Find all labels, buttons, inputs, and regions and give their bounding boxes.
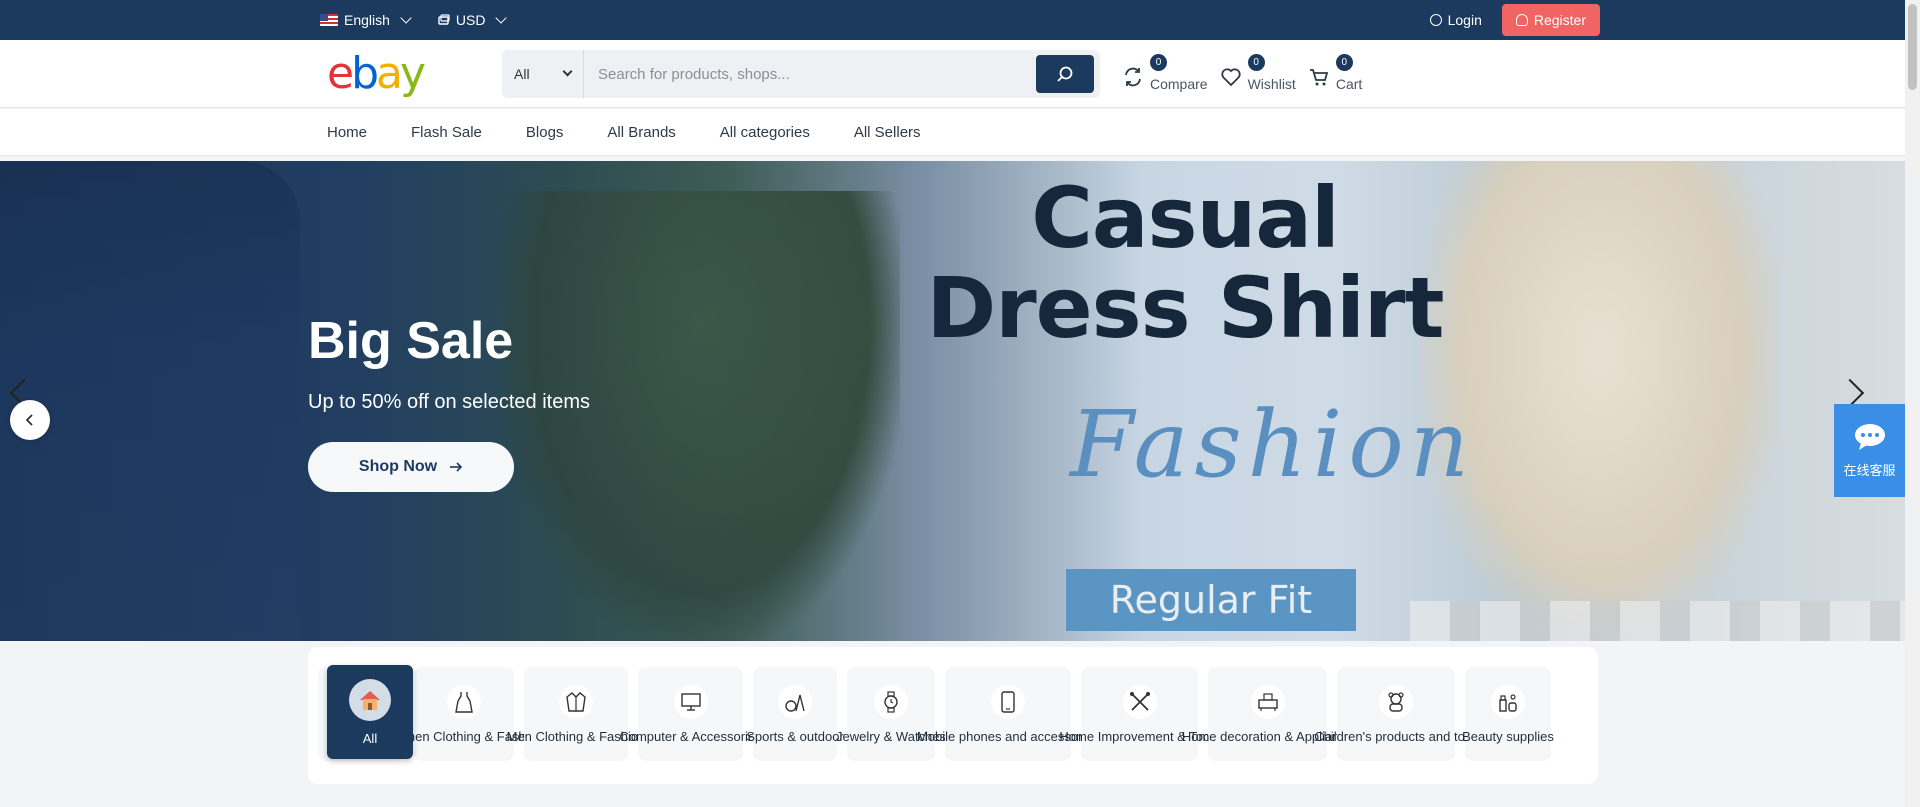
nav-blogs[interactable]: Blogs xyxy=(526,124,564,141)
nav-all-brands[interactable]: All Brands xyxy=(607,124,675,141)
chevron-down-icon xyxy=(495,12,508,24)
category-card-beauty[interactable]: Beauty supplies xyxy=(1462,667,1554,761)
arrow-right-icon xyxy=(450,462,463,472)
search-category-value: All xyxy=(514,66,530,82)
logo-letter-a: a xyxy=(376,48,403,99)
banner-tag: Regular Fit xyxy=(1066,569,1356,631)
category-card-children[interactable]: Children's products and toys xyxy=(1314,667,1478,761)
phone-icon xyxy=(991,684,1025,719)
login-icon xyxy=(1429,14,1442,26)
jacket-icon xyxy=(559,684,593,719)
main-nav: Home Flash Sale Blogs All Brands All cat… xyxy=(0,109,1905,156)
cart-label: Cart xyxy=(1335,76,1363,92)
category-name: Computer & Accessories xyxy=(619,728,762,744)
register-label: Register xyxy=(1533,12,1586,28)
cart-count-badge: 0 xyxy=(1335,54,1353,71)
compare-label: Compare xyxy=(1150,76,1208,92)
ebay-logo[interactable]: ebay xyxy=(327,48,426,99)
category-card-women[interactable]: Women Clothing & Fashion xyxy=(385,667,543,761)
cart-link[interactable]: 0 Cart xyxy=(1308,54,1362,94)
currency-label: USD xyxy=(455,12,486,28)
search-input[interactable] xyxy=(584,50,1014,98)
dress-icon xyxy=(447,684,481,719)
shop-now-button[interactable]: Shop Now xyxy=(308,442,514,492)
carousel-prev-button[interactable] xyxy=(10,400,50,440)
online-chat-widget[interactable]: 在线客服 xyxy=(1834,404,1905,497)
logo-letter-e: e xyxy=(327,48,354,99)
scrollbar-thumb[interactable] xyxy=(1908,4,1917,90)
chevron-down-icon xyxy=(562,66,573,77)
category-card-men[interactable]: Men Clothing & Fashion xyxy=(507,667,645,761)
user-add-icon xyxy=(1515,14,1528,26)
category-all[interactable]: All xyxy=(327,665,413,759)
wishlist-label: Wishlist xyxy=(1247,76,1296,92)
banner-line2: Dress Shirt xyxy=(926,259,1444,357)
category-card-computer[interactable]: Computer & Accessories xyxy=(619,667,762,761)
nav-flash-sale[interactable]: Flash Sale xyxy=(411,124,482,141)
currency-selector[interactable]: USD xyxy=(438,12,508,28)
appliance-icon xyxy=(1250,684,1285,719)
shop-now-label: Shop Now xyxy=(358,458,438,475)
category-name: Children's products and toys xyxy=(1314,728,1478,744)
chat-label: 在线客服 xyxy=(1843,463,1896,478)
tools-icon xyxy=(1122,684,1157,719)
heart-icon xyxy=(1220,68,1241,87)
category-name: Beauty supplies xyxy=(1462,728,1554,744)
category-strip: All Women Clothing & Fashion Men Clothin… xyxy=(308,647,1598,784)
currency-icon xyxy=(438,14,450,25)
language-label: English xyxy=(344,12,390,28)
banner-line1: Casual xyxy=(1031,169,1340,267)
sports-icon xyxy=(778,684,812,719)
category-card-tools[interactable]: Home Improvement & Tools xyxy=(1059,667,1220,761)
wishlist-link[interactable]: 0 Wishlist xyxy=(1220,54,1296,94)
search-button[interactable] xyxy=(1036,55,1094,93)
nav-all-sellers[interactable]: All Sellers xyxy=(854,124,921,141)
nav-all-categories[interactable]: All categories xyxy=(720,124,810,141)
category-name: Sports & outdoor xyxy=(746,728,844,744)
chevron-left-icon xyxy=(25,414,33,426)
top-bar: English USD Login Register xyxy=(0,0,1905,40)
watch-icon xyxy=(874,684,908,719)
compare-icon xyxy=(1125,67,1141,87)
home-icon xyxy=(349,678,391,721)
category-all-label: All xyxy=(362,730,378,746)
logo-letter-b: b xyxy=(351,48,379,99)
register-button[interactable]: Register xyxy=(1501,4,1600,36)
chat-icon xyxy=(1854,424,1885,450)
header: ebay All 0 Compare 0 Wishlist 0 Cart xyxy=(0,40,1905,108)
search-bar: All xyxy=(502,50,1100,98)
hero-subtitle: Up to 50% off on selected items xyxy=(308,391,591,413)
page-scrollbar[interactable] xyxy=(1905,0,1920,807)
compare-count-badge: 0 xyxy=(1150,54,1167,71)
category-card-jewelry[interactable]: Jewelry & Watches xyxy=(836,667,946,761)
category-card-mobile[interactable]: Mobile phones and accessories xyxy=(917,667,1099,761)
category-card-sports[interactable]: Sports & outdoor xyxy=(746,667,844,761)
chevron-down-icon xyxy=(400,12,412,24)
search-icon xyxy=(1057,66,1073,82)
login-link[interactable]: Login xyxy=(1429,12,1482,28)
login-label: Login xyxy=(1447,12,1482,28)
hero-title: Big Sale xyxy=(308,312,514,370)
us-flag-icon xyxy=(320,14,338,26)
banner-script: Fashion xyxy=(1070,391,1475,498)
beauty-icon xyxy=(1491,684,1525,719)
search-category-select[interactable]: All xyxy=(502,50,584,98)
hero-banner[interactable]: Casual Dress Shirt Fashion Regular Fit B… xyxy=(0,161,1905,641)
category-card-home-decoration[interactable]: Home decoration & Appliance xyxy=(1182,667,1353,761)
toys-icon xyxy=(1379,684,1413,719)
compare-link[interactable]: 0 Compare xyxy=(1122,54,1208,94)
computer-icon xyxy=(673,684,708,719)
nav-home[interactable]: Home xyxy=(327,124,367,141)
wishlist-count-badge: 0 xyxy=(1247,54,1265,71)
cart-icon xyxy=(1309,69,1329,86)
language-selector[interactable]: English xyxy=(320,12,412,28)
logo-letter-y: y xyxy=(399,48,426,99)
banner-headline: Casual Dress Shirt xyxy=(925,173,1445,353)
